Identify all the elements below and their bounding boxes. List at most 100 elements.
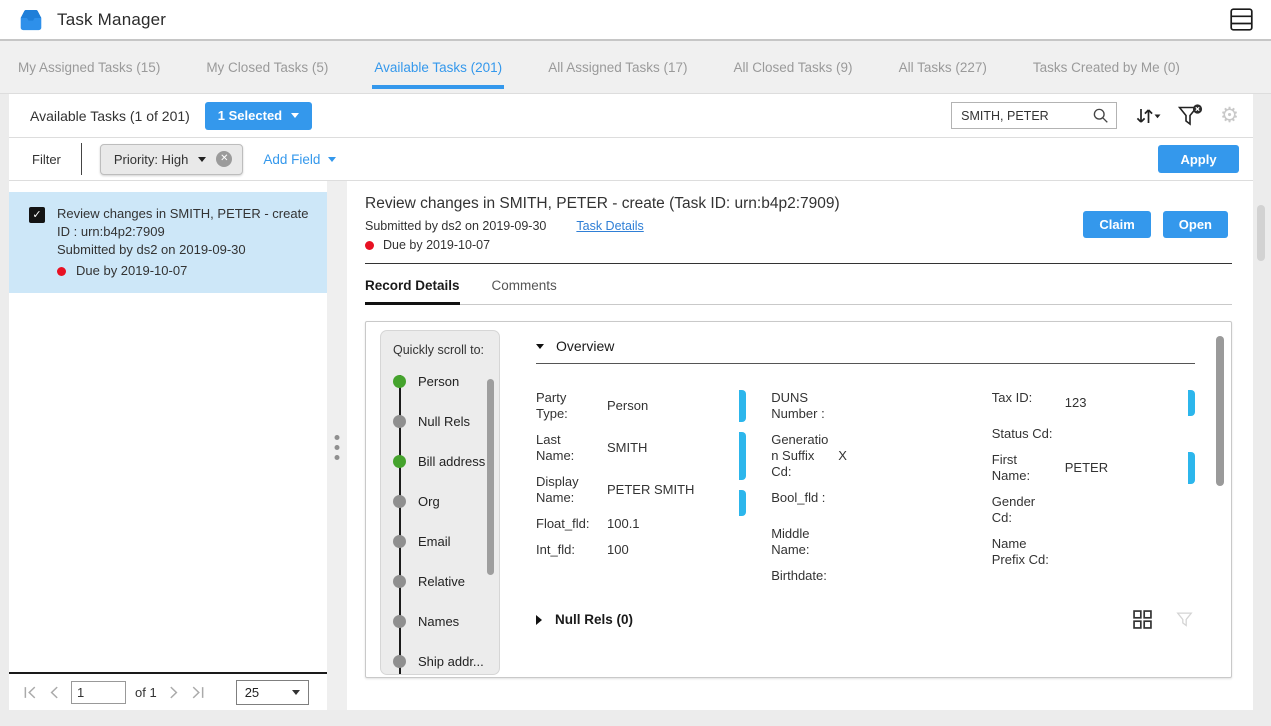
page-number-input[interactable]: [71, 681, 126, 704]
field-label: Status Cd:: [992, 426, 1056, 442]
tab-record-details[interactable]: Record Details: [365, 278, 460, 305]
quick-scroll-item-email[interactable]: Email: [393, 521, 499, 561]
section-dot-icon: [393, 575, 406, 588]
tab-my-closed-tasks[interactable]: My Closed Tasks (5): [204, 41, 330, 93]
clear-filter-funnel-icon[interactable]: [1178, 104, 1203, 127]
task-detail-panel: Review changes in SMITH, PETER - create …: [347, 181, 1253, 710]
null-rels-icons: [1133, 610, 1195, 629]
quick-scroll-list: Person Null Rels Bill address Org: [393, 361, 499, 675]
quick-scroll-item-ship-addr[interactable]: Ship addr...: [393, 641, 499, 675]
expand-caret-icon: [536, 615, 542, 625]
tab-all-tasks[interactable]: All Tasks (227): [897, 41, 989, 93]
field-value: X: [838, 448, 847, 464]
chevron-down-icon: [328, 157, 336, 162]
task-item-title: Review changes in SMITH, PETER - create: [57, 205, 308, 223]
tab-available-tasks[interactable]: Available Tasks (201): [372, 41, 504, 93]
quick-scroll-scrollbar[interactable]: [487, 379, 494, 575]
apply-button[interactable]: Apply: [1158, 145, 1239, 173]
priority-filter-chip[interactable]: Priority: High ✕: [100, 144, 243, 175]
open-button[interactable]: Open: [1163, 211, 1228, 238]
quick-scroll-item-label: Ship addr...: [418, 654, 484, 669]
field-label: Display Name:: [536, 474, 598, 506]
field-value: 100.1: [607, 516, 640, 532]
field-row: Party Type: Person: [536, 390, 739, 422]
overview-rule: [536, 363, 1195, 364]
funnel-filter-icon[interactable]: [1176, 611, 1193, 628]
detail-divider: [365, 263, 1232, 264]
quick-scroll-item-label: Email: [418, 534, 451, 549]
quick-scroll-item-person[interactable]: Person: [393, 361, 499, 401]
settings-gear-icon[interactable]: ⚙: [1220, 105, 1239, 126]
chevron-down-icon: [198, 157, 206, 162]
tab-all-assigned-tasks[interactable]: All Assigned Tasks (17): [546, 41, 689, 93]
detail-due-line: Due by 2019-10-07: [365, 238, 1232, 252]
field-label: Last Name:: [536, 432, 598, 464]
drag-handle-icon[interactable]: [335, 435, 340, 460]
quick-scroll-item-relative[interactable]: Relative: [393, 561, 499, 601]
field-label: DUNS Number :: [771, 390, 829, 422]
content-panel: Available Tasks (1 of 201) 1 Selected: [9, 94, 1253, 710]
tab-all-closed-tasks[interactable]: All Closed Tasks (9): [732, 41, 855, 93]
section-dot-icon: [393, 655, 406, 668]
quick-scroll-item-label: Bill address: [418, 454, 485, 469]
detail-panel-scrollbar[interactable]: [1257, 205, 1265, 261]
quick-scroll-item-label: Person: [418, 374, 459, 389]
first-page-icon[interactable]: [23, 685, 38, 700]
sort-icon[interactable]: [1134, 106, 1161, 126]
field-row: Generation Suffix Cd: X: [739, 432, 992, 480]
previous-page-icon[interactable]: [47, 685, 62, 700]
field-row: Gender Cd:: [992, 494, 1195, 526]
field-value: 100: [607, 542, 629, 558]
tab-tasks-created-by-me[interactable]: Tasks Created by Me (0): [1031, 41, 1182, 93]
field-label: Name Prefix Cd:: [992, 536, 1056, 568]
quick-scroll-item-names[interactable]: Names: [393, 601, 499, 641]
task-tab-bar: My Assigned Tasks (15) My Closed Tasks (…: [0, 41, 1271, 94]
claim-button[interactable]: Claim: [1083, 211, 1150, 238]
field-row: Name Prefix Cd:: [992, 536, 1195, 568]
search-icon[interactable]: [1092, 107, 1109, 124]
change-indicator-bar: [1188, 452, 1195, 484]
quick-scroll-item-bill-address[interactable]: Bill address: [393, 441, 499, 481]
task-list-item[interactable]: ✓ Review changes in SMITH, PETER - creat…: [9, 192, 327, 293]
body-row: ✓ Review changes in SMITH, PETER - creat…: [9, 181, 1253, 710]
field-column-1: Party Type: Person Last Name: SMITH Disp…: [536, 390, 739, 594]
app-title: Task Manager: [57, 10, 166, 30]
last-page-icon[interactable]: [190, 685, 205, 700]
task-checkbox[interactable]: ✓: [29, 207, 45, 223]
quick-scroll-panel: Quickly scroll to: Person Null Rels: [380, 330, 500, 675]
field-value: PETER SMITH: [607, 482, 694, 498]
menu-icon[interactable]: [1230, 8, 1253, 31]
add-field-button[interactable]: Add Field: [263, 152, 336, 167]
field-row: Display Name: PETER SMITH: [536, 474, 739, 506]
record-card-scrollbar[interactable]: [1216, 336, 1224, 486]
next-page-icon[interactable]: [166, 685, 181, 700]
filter-bar: Filter Priority: High ✕ Add Field Apply: [9, 138, 1253, 181]
page-size-value: 25: [245, 685, 259, 700]
grid-view-icon[interactable]: [1133, 610, 1152, 629]
task-details-link[interactable]: Task Details: [576, 219, 643, 233]
search-input[interactable]: [961, 109, 1092, 123]
field-row: Last Name: SMITH: [536, 432, 739, 464]
overview-field-grid: Party Type: Person Last Name: SMITH Disp…: [536, 390, 1195, 594]
tab-comments[interactable]: Comments: [492, 278, 557, 304]
task-item-due-line: Due by 2019-10-07: [57, 262, 308, 280]
field-row: Float_fld: 100.1: [536, 516, 739, 532]
field-row: Bool_fld :: [739, 490, 992, 516]
page-size-select[interactable]: 25: [236, 680, 309, 705]
null-rels-section-header[interactable]: Null Rels (0): [536, 610, 1195, 629]
selected-dropdown-button[interactable]: 1 Selected: [205, 102, 312, 130]
field-label: Party Type:: [536, 390, 598, 422]
change-indicator-bar: [1188, 390, 1195, 416]
field-value: PETER: [1065, 460, 1108, 476]
tab-my-assigned-tasks[interactable]: My Assigned Tasks (15): [16, 41, 162, 93]
remove-filter-icon[interactable]: ✕: [216, 151, 232, 167]
section-dot-icon: [393, 415, 406, 428]
quick-scroll-item-null-rels[interactable]: Null Rels: [393, 401, 499, 441]
panel-splitter[interactable]: [327, 181, 347, 710]
app-header: Task Manager: [0, 0, 1271, 41]
quick-scroll-item-org[interactable]: Org: [393, 481, 499, 521]
task-item-text: Review changes in SMITH, PETER - create …: [57, 205, 308, 280]
task-manager-app: { "header": { "title": "Task Manager" },…: [0, 0, 1271, 726]
overview-header[interactable]: Overview: [536, 338, 1195, 354]
record-details-card: Quickly scroll to: Person Null Rels: [365, 321, 1232, 678]
